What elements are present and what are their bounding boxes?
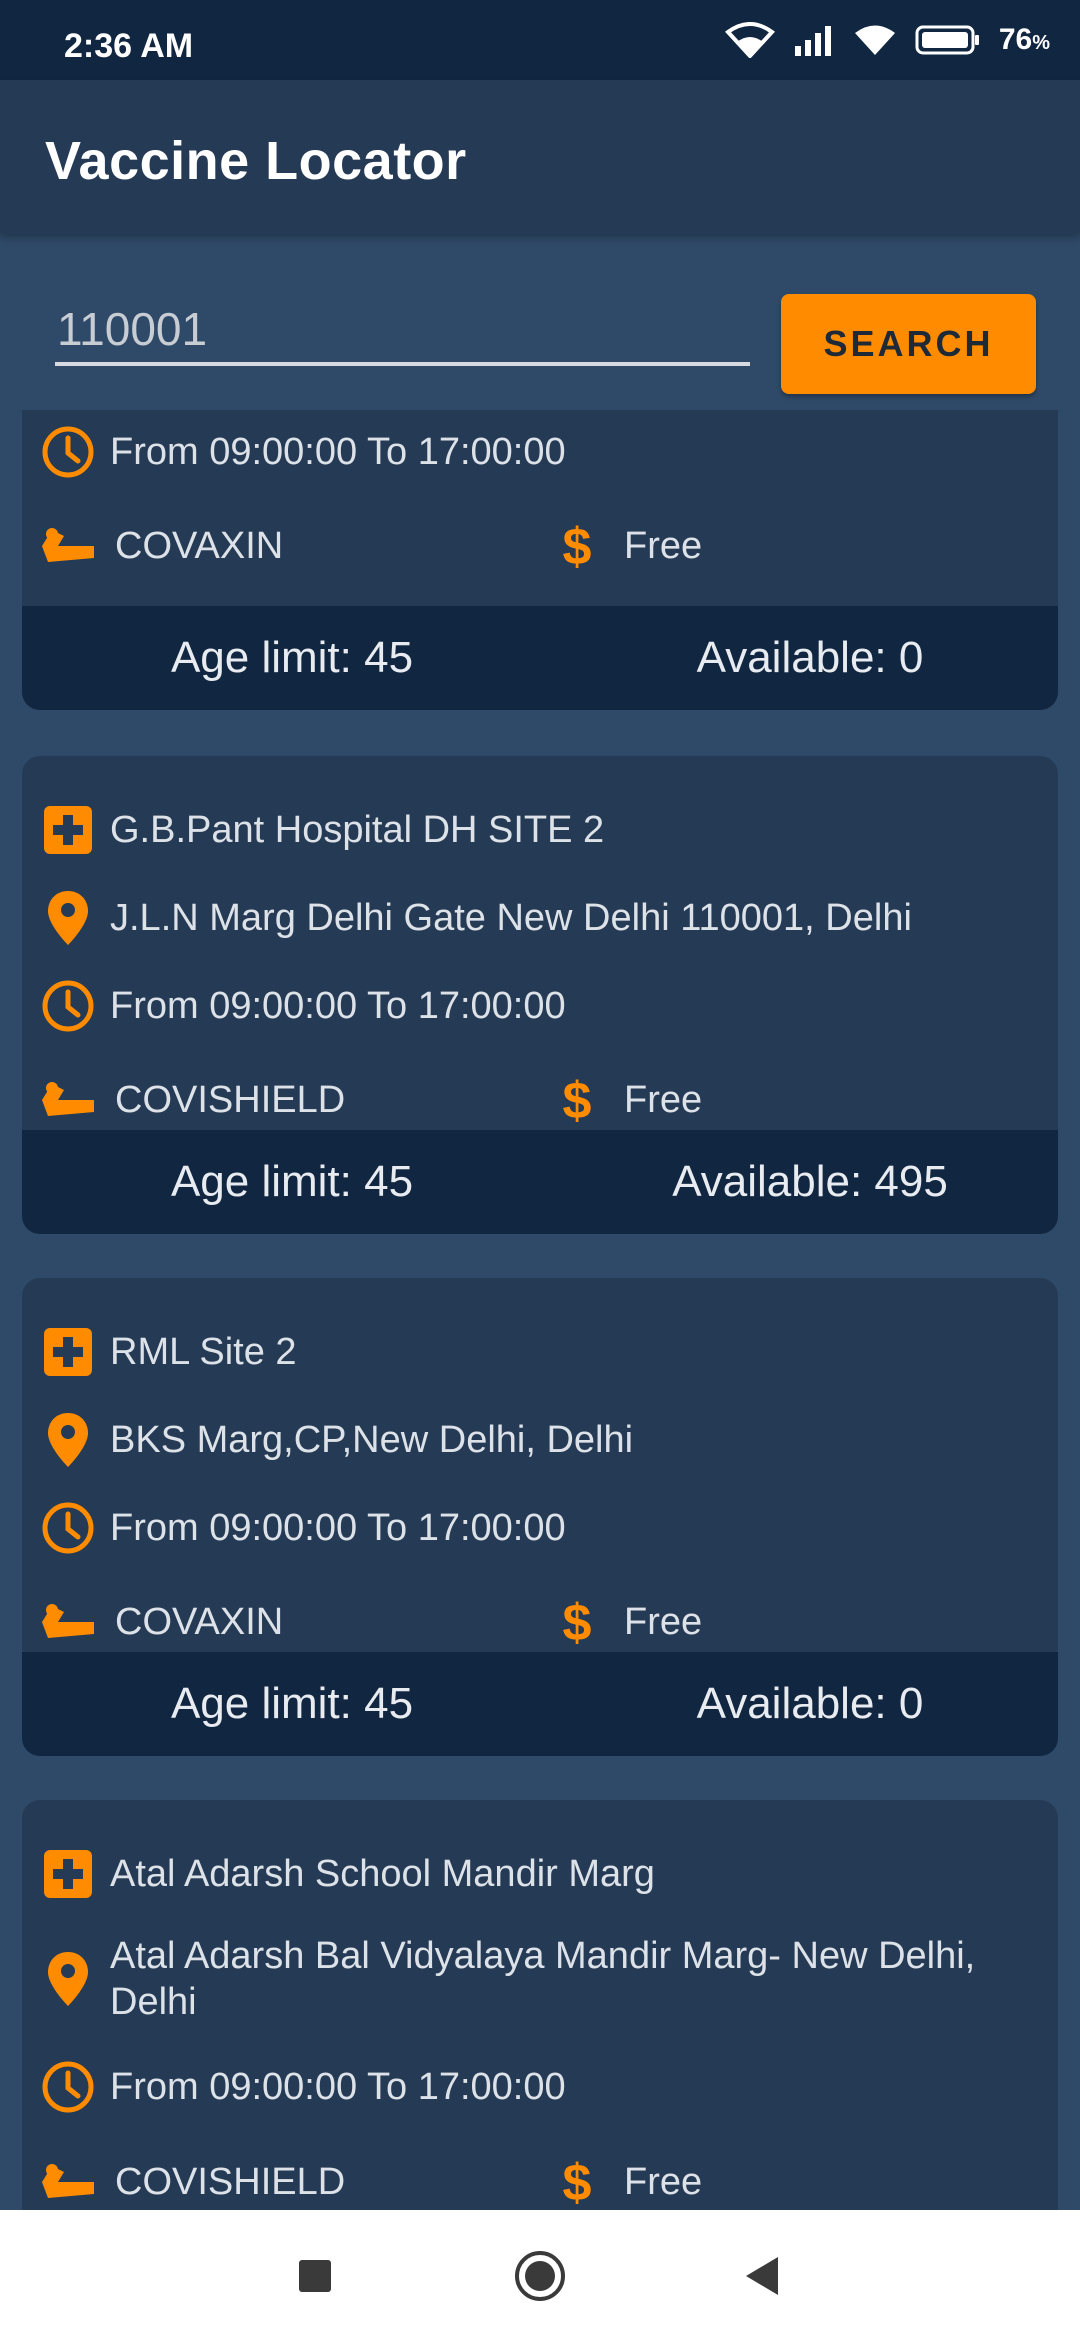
svg-text:$: $ — [563, 1594, 592, 1650]
dollar-icon: $ — [552, 516, 602, 576]
vaccine-row: COVAXIN $ Free — [22, 1582, 1058, 1662]
vaccine-name: COVAXIN — [115, 1601, 284, 1643]
fee-type: Free — [624, 1600, 703, 1643]
age-limit: Age limit: 45 — [170, 1679, 414, 1728]
location-pin-icon — [38, 888, 98, 948]
status-time: 2:36 AM — [64, 27, 194, 65]
time-row: From 09:00:00 To 17:00:00 — [22, 412, 1058, 492]
pincode-input[interactable] — [55, 296, 750, 366]
system-nav-bar — [0, 2210, 1080, 2340]
status-icons: 76% — [724, 22, 1050, 58]
fee-type: Free — [624, 1078, 703, 1121]
center-name: G.B.Pant Hospital DH SITE 2 — [110, 809, 605, 851]
card-footer: Age limit: 45 Available: 0 — [22, 1652, 1058, 1756]
vaccine-name: COVAXIN — [115, 525, 284, 567]
page-title: Vaccine Locator — [45, 131, 467, 191]
svg-text:$: $ — [563, 518, 592, 574]
vaccine-name: COVISHIELD — [115, 1079, 346, 1121]
center-time: From 09:00:00 To 17:00:00 — [110, 1507, 566, 1549]
fee-type: Free — [624, 524, 703, 567]
center-address: Atal Adarsh Bal Vidyalaya Mandir Marg- N… — [110, 1935, 976, 2023]
available-count: Available: 495 — [672, 1157, 948, 1206]
time-row: From 09:00:00 To 17:00:00 — [22, 1488, 1058, 1568]
center-card[interactable]: From 09:00:00 To 17:00:00 COVAXIN $ Free… — [22, 410, 1058, 710]
svg-text:$: $ — [563, 1072, 592, 1128]
center-list[interactable]: From 09:00:00 To 17:00:00 COVAXIN $ Free… — [0, 410, 1080, 2210]
svg-text:$: $ — [563, 2154, 592, 2210]
center-name: Atal Adarsh School Mandir Marg — [110, 1853, 655, 1895]
address-row: J.L.N Marg Delhi Gate New Delhi 110001, … — [22, 878, 1058, 958]
clock-icon — [38, 1498, 98, 1558]
dollar-icon: $ — [552, 1070, 602, 1130]
vaccine-icon — [38, 516, 98, 576]
home-button[interactable] — [500, 2238, 580, 2318]
vaccine-icon — [38, 2152, 98, 2210]
location-pin-icon — [38, 1949, 98, 2009]
app-bar: Vaccine Locator — [0, 80, 1080, 234]
available-count: Available: 0 — [696, 633, 924, 682]
center-card[interactable]: G.B.Pant Hospital DH SITE 2 J.L.N Marg D… — [22, 756, 1058, 1234]
dollar-icon: $ — [552, 2152, 602, 2210]
battery-unit: % — [1032, 32, 1050, 54]
vaccine-name: COVISHIELD — [115, 2161, 346, 2203]
back-triangle-icon — [742, 2255, 782, 2302]
battery-percent: 76 — [998, 23, 1033, 56]
center-time: From 09:00:00 To 17:00:00 — [110, 2066, 566, 2108]
hospital-plus-icon — [38, 1844, 98, 1904]
address-row: Atal Adarsh Bal Vidyalaya Mandir Marg- N… — [22, 1924, 1058, 2034]
name-row: G.B.Pant Hospital DH SITE 2 — [22, 790, 1058, 870]
battery-icon — [915, 24, 981, 56]
age-limit: Age limit: 45 — [170, 633, 414, 682]
address-row: BKS Marg,CP,New Delhi, Delhi — [22, 1400, 1058, 1480]
vaccine-icon — [38, 1592, 98, 1652]
square-icon — [298, 2259, 332, 2298]
center-time: From 09:00:00 To 17:00:00 — [110, 985, 566, 1027]
center-name: RML Site 2 — [110, 1331, 297, 1373]
center-card[interactable]: RML Site 2 BKS Marg,CP,New Delhi, Delhi … — [22, 1278, 1058, 1756]
age-limit: Age limit: 45 — [170, 1157, 414, 1206]
hospital-plus-icon — [38, 1322, 98, 1382]
vaccine-icon — [38, 1070, 98, 1130]
location-pin-icon — [38, 1410, 98, 1470]
time-row: From 09:00:00 To 17:00:00 — [22, 966, 1058, 1046]
dollar-icon: $ — [552, 1592, 602, 1652]
vaccine-row: COVISHIELD $ Free — [22, 1060, 1058, 1140]
vaccine-row: COVAXIN $ Free — [22, 506, 1058, 586]
center-card[interactable]: Atal Adarsh School Mandir Marg Atal Adar… — [22, 1800, 1058, 2210]
clock-icon — [38, 976, 98, 1036]
name-row: Atal Adarsh School Mandir Marg — [22, 1834, 1058, 1914]
circle-icon — [513, 2249, 567, 2308]
search-button[interactable]: SEARCH — [781, 294, 1036, 394]
hospital-plus-icon — [38, 800, 98, 860]
recents-button[interactable] — [275, 2238, 355, 2318]
back-button[interactable] — [722, 2238, 802, 2318]
center-address: BKS Marg,CP,New Delhi, Delhi — [110, 1419, 634, 1461]
vaccine-row: COVISHIELD $ Free — [22, 2142, 1058, 2210]
time-row: From 09:00:00 To 17:00:00 — [22, 2047, 1058, 2127]
signal-icon — [793, 24, 835, 56]
fee-type: Free — [624, 2160, 703, 2203]
available-count: Available: 0 — [696, 1679, 924, 1728]
center-time: From 09:00:00 To 17:00:00 — [110, 431, 566, 473]
clock-icon — [38, 2057, 98, 2117]
card-footer: Age limit: 45 Available: 0 — [22, 606, 1058, 710]
card-footer: Age limit: 45 Available: 495 — [22, 1130, 1058, 1234]
center-address: J.L.N Marg Delhi Gate New Delhi 110001, … — [110, 897, 912, 939]
wifi-icon — [853, 23, 897, 57]
wifi-icon — [724, 22, 775, 58]
battery-level: 76% — [999, 23, 1050, 57]
clock-icon — [38, 422, 98, 482]
status-bar: 2:36 AM 76% — [0, 0, 1080, 80]
name-row: RML Site 2 — [22, 1312, 1058, 1392]
search-row: SEARCH — [0, 234, 1080, 410]
